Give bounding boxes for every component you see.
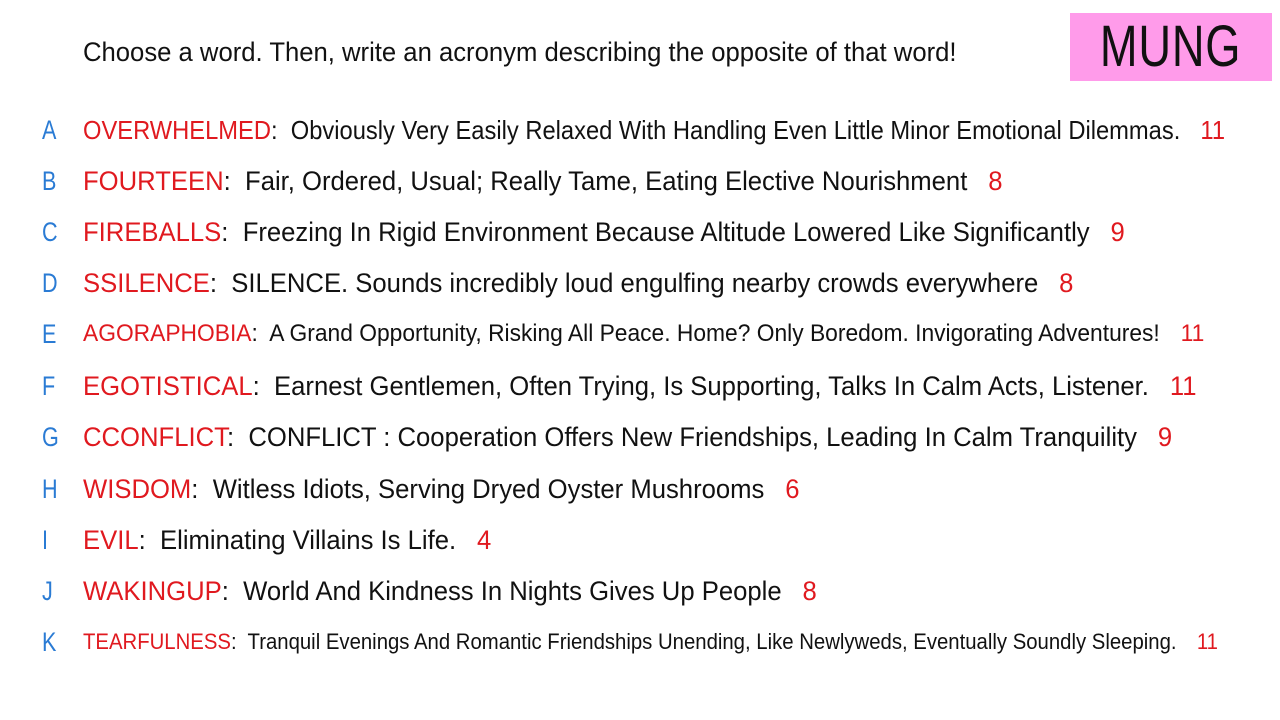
chosen-word: SSILENCE — [83, 268, 210, 298]
chosen-word: FIREBALLS — [83, 217, 222, 247]
chosen-word: EGOTISTICAL — [83, 371, 253, 401]
acronym-text: A Grand Opportunity, Risking All Peace. … — [269, 320, 1160, 347]
separator: : — [226, 422, 235, 452]
letter-count: 11 — [1196, 629, 1218, 654]
acronym-text: SILENCE. Sounds incredibly loud engulfin… — [231, 268, 1039, 298]
chosen-word: AGORAPHOBIA — [83, 320, 252, 347]
chosen-word: EVIL — [83, 525, 139, 555]
letter-count: 4 — [476, 525, 492, 555]
list-item: G CCONFLICT: CONFLICT : Cooperation Offe… — [0, 417, 1280, 457]
chosen-word: WISDOM — [83, 474, 192, 504]
list-item: I EVIL: Eliminating Villains Is Life. 4 — [0, 520, 1280, 560]
acronym-text: Freezing In Rigid Environment Because Al… — [242, 217, 1090, 247]
letter-count: 8 — [1059, 268, 1074, 298]
acronym-text: Fair, Ordered, Usual; Really Tame, Eatin… — [245, 166, 968, 196]
separator: : — [230, 629, 237, 654]
acronym-text: Eliminating Villains Is Life. — [160, 525, 457, 555]
entry-line: SSILENCE: SILENCE. Sounds incredibly lou… — [83, 263, 1073, 303]
entry-line: TEARFULNESS: Tranquil Evenings And Roman… — [83, 622, 1218, 662]
list-item: A OVERWHELMED: Obviously Very Easily Rel… — [0, 110, 1280, 150]
list-item: E AGORAPHOBIA: A Grand Opportunity, Risk… — [0, 314, 1280, 354]
entry-line: FIREBALLS: Freezing In Rigid Environment… — [83, 212, 1125, 252]
separator: : — [270, 115, 278, 145]
entry-line: WAKINGUP: World And Kindness In Nights G… — [83, 571, 817, 611]
letter-count: 9 — [1157, 422, 1173, 452]
list-item: J WAKINGUP: World And Kindness In Nights… — [0, 571, 1280, 611]
option-letter: A — [42, 115, 57, 145]
entry-line: FOURTEEN: Fair, Ordered, Usual; Really T… — [83, 161, 1003, 201]
option-letter: D — [42, 268, 58, 298]
separator: : — [221, 217, 229, 247]
separator: : — [252, 371, 260, 401]
instruction-text: Choose a word. Then, write an acronym de… — [83, 37, 957, 67]
list-item: K TEARFULNESS: Tranquil Evenings And Rom… — [0, 622, 1280, 662]
acronym-text: Obviously Very Easily Relaxed With Handl… — [290, 115, 1181, 145]
acronym-text: Earnest Gentlemen, Often Trying, Is Supp… — [274, 371, 1149, 401]
chosen-word: WAKINGUP — [83, 576, 222, 606]
option-letter: I — [42, 525, 49, 555]
letter-count: 11 — [1169, 371, 1197, 401]
list-item: D SSILENCE: SILENCE. Sounds incredibly l… — [0, 263, 1280, 303]
mung-badge: MUNG — [1070, 13, 1272, 81]
chosen-word: TEARFULNESS — [83, 629, 231, 654]
chosen-word: FOURTEEN — [83, 166, 224, 196]
option-letter: H — [42, 474, 58, 504]
entry-line: CCONFLICT: CONFLICT : Cooperation Offers… — [83, 417, 1172, 457]
separator: : — [221, 576, 229, 606]
list-item: F EGOTISTICAL: Earnest Gentlemen, Often … — [0, 366, 1280, 406]
option-letter: B — [42, 166, 57, 196]
acronym-text: World And Kindness In Nights Gives Up Pe… — [243, 576, 782, 606]
acronym-text: CONFLICT : Cooperation Offers New Friend… — [248, 422, 1137, 452]
entry-line: OVERWHELMED: Obviously Very Easily Relax… — [83, 110, 1225, 150]
chosen-word: CCONFLICT — [83, 422, 227, 452]
entry-line: EGOTISTICAL: Earnest Gentlemen, Often Tr… — [83, 366, 1196, 406]
list-item: B FOURTEEN: Fair, Ordered, Usual; Really… — [0, 161, 1280, 201]
list-item: C FIREBALLS: Freezing In Rigid Environme… — [0, 212, 1280, 252]
chosen-word: OVERWHELMED — [83, 115, 271, 145]
letter-count: 11 — [1200, 115, 1226, 145]
letter-count: 8 — [988, 166, 1003, 196]
badge-label: MUNG — [1100, 14, 1242, 79]
acronym-text: Witless Idiots, Serving Dryed Oyster Mus… — [212, 474, 765, 504]
separator: : — [209, 268, 218, 298]
option-letter: E — [42, 319, 57, 349]
separator: : — [251, 320, 258, 347]
separator: : — [138, 525, 146, 555]
letter-count: 9 — [1110, 217, 1125, 247]
option-letter: K — [42, 627, 57, 657]
letter-count: 11 — [1180, 320, 1205, 347]
option-letter: C — [42, 217, 58, 247]
list-item: H WISDOM: Witless Idiots, Serving Dryed … — [0, 469, 1280, 509]
separator: : — [191, 474, 199, 504]
separator: : — [223, 166, 231, 196]
option-letter: J — [42, 576, 53, 606]
option-letter: F — [42, 371, 56, 401]
letter-count: 6 — [785, 474, 800, 504]
entry-line: EVIL: Eliminating Villains Is Life. 4 — [83, 520, 491, 560]
entry-line: WISDOM: Witless Idiots, Serving Dryed Oy… — [83, 469, 800, 509]
option-letter: G — [42, 422, 59, 452]
letter-count: 8 — [802, 576, 817, 606]
acronym-text: Tranquil Evenings And Romantic Friendshi… — [247, 629, 1177, 654]
entry-line: AGORAPHOBIA: A Grand Opportunity, Riskin… — [83, 314, 1204, 354]
